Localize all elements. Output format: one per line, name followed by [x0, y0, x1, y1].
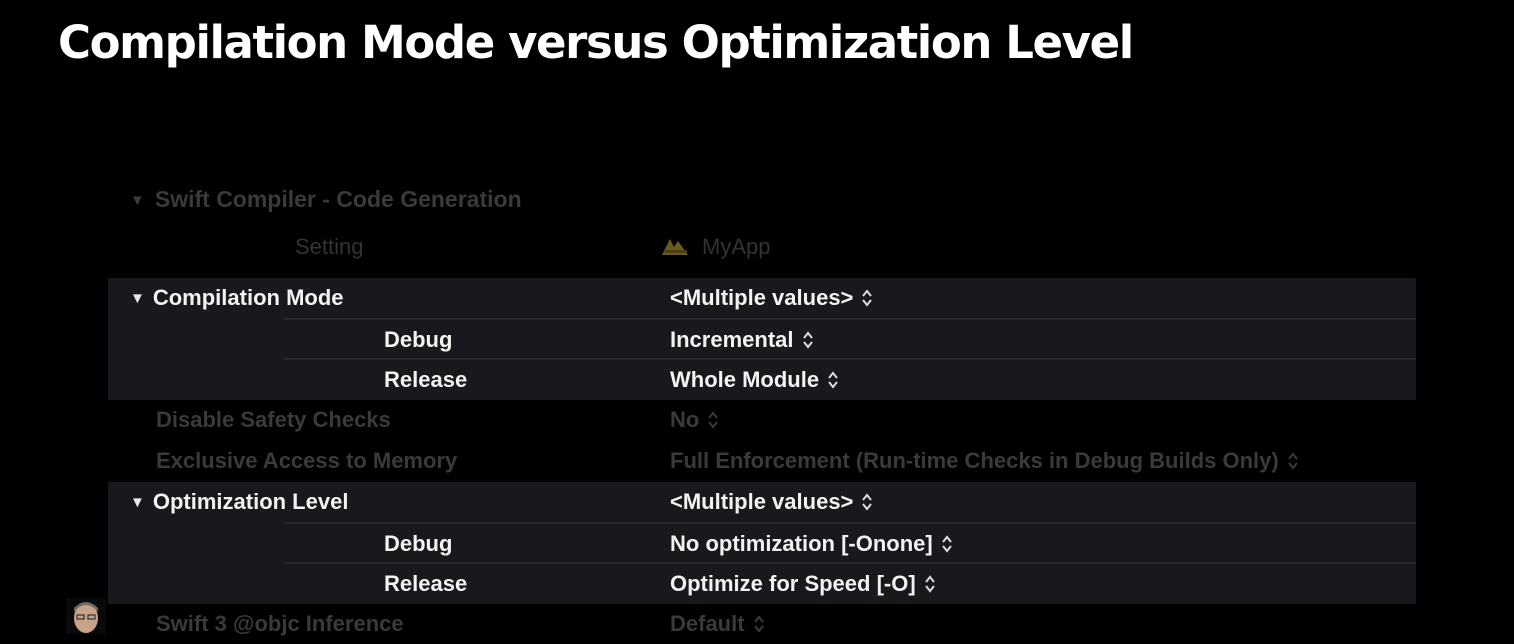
configuration-label: Release [384, 367, 468, 392]
setting-label: ▼ Compilation Mode [130, 285, 344, 310]
setting-row-compilation-mode[interactable]: ▼ Compilation Mode <Multiple values> [108, 278, 1416, 318]
popup-value[interactable]: No [670, 400, 719, 440]
compilation-mode-group: ▼ Compilation Mode <Multiple values> Debu… [108, 278, 1416, 400]
configuration-label: Debug [384, 531, 453, 556]
setting-row-optimization-level-debug[interactable]: Debug No optimization [-Onone] [284, 522, 1416, 564]
setting-row-exclusive-access[interactable]: Exclusive Access to Memory Full Enforcem… [156, 441, 1298, 481]
popup-value[interactable]: Whole Module [670, 360, 839, 400]
app-target-icon [662, 239, 688, 255]
up-down-stepper-icon [708, 411, 719, 429]
disclosure-triangle-icon[interactable]: ▼ [130, 290, 145, 307]
setting-row-optimization-level-release[interactable]: Release Optimize for Speed [-O] [284, 562, 1416, 604]
up-down-stepper-icon [862, 493, 873, 511]
setting-label: Disable Safety Checks [156, 407, 391, 432]
up-down-stepper-icon [941, 535, 952, 553]
column-header-target[interactable]: MyApp [660, 234, 770, 260]
section-header[interactable]: ▼ Swift Compiler - Code Generation [130, 186, 522, 213]
up-down-stepper-icon [802, 331, 813, 349]
popup-value[interactable]: Optimize for Speed [-O] [670, 564, 936, 604]
slide-title: Compilation Mode versus Optimization Lev… [58, 16, 1134, 69]
popup-value[interactable]: Incremental [670, 320, 814, 360]
up-down-stepper-icon [753, 615, 764, 633]
setting-row-disable-safety-checks[interactable]: Disable Safety Checks No [156, 400, 719, 440]
popup-value[interactable]: Full Enforcement (Run-time Checks in Deb… [670, 441, 1299, 481]
setting-label: Swift 3 @objc Inference [156, 611, 404, 636]
up-down-stepper-icon [1287, 452, 1298, 470]
up-down-stepper-icon [924, 575, 935, 593]
popup-value[interactable]: Default [670, 604, 765, 644]
optimization-level-group: ▼ Optimization Level <Multiple values> De… [108, 482, 1416, 604]
presenter-video-inset [66, 598, 106, 634]
disclosure-triangle-icon[interactable]: ▼ [130, 494, 145, 511]
setting-label: ▼ Optimization Level [130, 489, 349, 514]
popup-value[interactable]: <Multiple values> [670, 278, 873, 318]
setting-row-compilation-mode-debug[interactable]: Debug Incremental [284, 318, 1416, 360]
section-header-label: Swift Compiler - Code Generation [154, 186, 522, 212]
setting-row-objc-inference[interactable]: Swift 3 @objc Inference Default [156, 604, 764, 644]
popup-value[interactable]: No optimization [-Onone] [670, 524, 953, 564]
up-down-stepper-icon [828, 371, 838, 389]
setting-row-compilation-mode-release[interactable]: Release Whole Module [284, 358, 1416, 400]
configuration-label: Release [384, 571, 468, 596]
setting-label: Exclusive Access to Memory [156, 448, 458, 473]
disclosure-triangle-icon[interactable]: ▼ [130, 192, 145, 209]
configuration-label: Debug [384, 327, 453, 352]
setting-row-optimization-level[interactable]: ▼ Optimization Level <Multiple values> [108, 482, 1416, 522]
column-header-setting[interactable]: Setting [295, 234, 364, 260]
up-down-stepper-icon [862, 289, 873, 307]
popup-value[interactable]: <Multiple values> [670, 482, 873, 522]
target-name: MyApp [702, 234, 771, 259]
